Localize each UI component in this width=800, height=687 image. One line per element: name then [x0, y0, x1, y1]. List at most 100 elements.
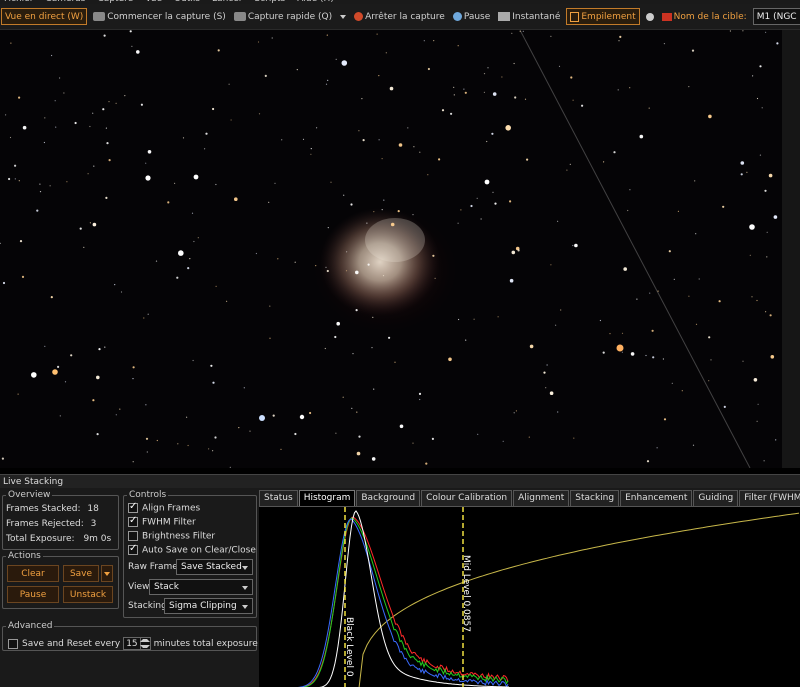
save-reset-label: Save and Reset every — [22, 639, 121, 649]
chevron-down-icon — [242, 586, 248, 590]
stop-icon — [354, 12, 364, 21]
target-name-button[interactable]: Nom de la cible: — [660, 8, 749, 25]
total-exposure-value: 9m 0s — [83, 534, 112, 544]
histogram-plot — [297, 507, 800, 687]
save-reset-row: Save and Reset every 15 minutes total expo… — [8, 637, 258, 650]
luminance-channel — [319, 510, 509, 687]
live-view-label: Vue en direct (W) — [5, 11, 84, 22]
tab-status[interactable]: Status — [259, 490, 298, 506]
tab-histogram[interactable]: Histogram — [298, 490, 356, 506]
snapshot-button[interactable]: Instantané — [496, 8, 562, 25]
auto-save-checkbox[interactable]: Auto Save on Clear/Close — [128, 543, 256, 556]
brightness-filter-checkbox[interactable]: Brightness Filter — [128, 531, 215, 542]
save-reset-value: 15 — [126, 638, 138, 649]
save-dropdown-button[interactable] — [101, 565, 113, 582]
mid-level-label: Mid Level 0.0857 — [461, 555, 471, 632]
checkbox-checked-icon — [128, 515, 138, 527]
quick-capture-label: Capture rapide (Q) — [247, 11, 333, 22]
stacking-button[interactable]: Empilement — [566, 8, 640, 25]
stop-capture-button[interactable]: Arrêter la capture — [352, 8, 447, 25]
frames-rejected-value: 3 — [90, 519, 97, 529]
record-icon — [645, 12, 654, 21]
snapshot-label: Instantané — [512, 11, 561, 22]
frames-stacked-row: Frames Stacked: 18 — [6, 504, 99, 514]
start-capture-label: Commencer la capture (S) — [107, 11, 226, 22]
total-exposure-row: Total Exposure: 9m 0s — [6, 534, 111, 544]
histogram-view: Black Level 0 Mid Level 0.0857 — [259, 506, 800, 687]
auto-save-label: Auto Save on Clear/Close — [142, 545, 256, 556]
spin-up-icon — [140, 639, 151, 643]
pause-icon — [452, 12, 462, 21]
save-reset-spinner[interactable]: 15 — [123, 637, 151, 650]
view-label: View — [128, 582, 150, 592]
spin-down-icon — [140, 644, 151, 648]
frames-rejected-label: Frames Rejected: — [6, 519, 84, 529]
align-frames-label: Align Frames — [142, 503, 201, 514]
raw-frames-label: Raw Frames — [128, 562, 183, 572]
chevron-down-icon — [104, 571, 110, 576]
pause-stacking-button[interactable]: Pause — [7, 586, 59, 603]
view-value: Stack — [154, 582, 179, 592]
overview-legend: Overview — [8, 490, 51, 500]
tab-colour-calibration[interactable]: Colour Calibration — [421, 490, 513, 506]
raw-frames-select[interactable]: Save Stacked — [176, 559, 253, 575]
tab-enhancement[interactable]: Enhancement — [620, 490, 693, 506]
stack-icon — [570, 11, 580, 22]
raw-frames-value: Save Stacked — [181, 562, 242, 572]
tab-guiding[interactable]: Guiding — [693, 490, 739, 506]
total-exposure-label: Total Exposure: — [6, 534, 75, 544]
frames-stacked-label: Frames Stacked: — [6, 504, 81, 514]
target-name-combo[interactable]: M1 (NGC 1952 — [752, 8, 800, 25]
checkbox-checked-icon — [128, 543, 138, 555]
target-name-label: Nom de la cible: — [673, 11, 747, 22]
tab-background[interactable]: Background — [356, 490, 421, 506]
scrollbar[interactable] — [782, 30, 800, 468]
image-view[interactable] — [0, 30, 782, 468]
save-reset-suffix: minutes total exposure — [153, 639, 258, 649]
record-button[interactable] — [644, 8, 656, 25]
save-button[interactable]: Save — [63, 565, 99, 582]
unstack-button[interactable]: Unstack — [63, 586, 113, 603]
checkbox-unchecked-icon — [128, 531, 138, 541]
chevron-down-icon — [340, 14, 347, 19]
tab-alignment[interactable]: Alignment — [513, 490, 570, 506]
actions-legend: Actions — [8, 551, 41, 561]
chevron-down-icon — [242, 566, 248, 570]
chevron-down-icon — [242, 605, 248, 609]
advanced-legend: Advanced — [8, 621, 53, 631]
clear-button[interactable]: Clear — [7, 565, 59, 582]
fwhm-filter-checkbox[interactable]: FWHM Filter — [128, 515, 196, 528]
target-icon — [661, 12, 672, 21]
stacking-value: Sigma Clipping — [169, 601, 237, 611]
live-stacking-tabs: Status Histogram Background Colour Calibrat… — [259, 490, 800, 506]
align-frames-checkbox[interactable]: Align Frames — [128, 501, 201, 514]
brightness-filter-label: Brightness Filter — [142, 531, 216, 542]
live-stacking-panel: Overview Frames Stacked: 18 Frames Rejec… — [0, 488, 800, 687]
controls-legend: Controls — [129, 490, 167, 500]
toolbar: Vue en direct (W) Commencer la capture (… — [0, 4, 800, 30]
frames-rejected-row: Frames Rejected: 3 — [6, 519, 96, 529]
camera-icon — [233, 12, 246, 21]
start-capture-button[interactable]: Commencer la capture (S) — [91, 8, 228, 25]
snapshot-icon — [498, 12, 511, 21]
stacking-select[interactable]: Sigma Clipping — [164, 598, 253, 614]
camera-icon — [93, 12, 106, 21]
black-level-label: Black Level 0 — [344, 617, 354, 677]
stacking-label: Stacking — [128, 601, 167, 611]
fwhm-filter-label: FWHM Filter — [142, 517, 196, 528]
frames-stacked-value: 18 — [87, 504, 99, 514]
checkbox-checked-icon — [128, 501, 138, 513]
view-select[interactable]: Stack — [149, 579, 253, 595]
save-reset-checkbox[interactable] — [8, 638, 18, 649]
live-stacking-title: Live Stacking — [0, 474, 800, 488]
target-name-value: M1 (NGC 1952 — [756, 11, 800, 22]
pause-label: Pause — [463, 11, 491, 22]
star-field-image — [0, 30, 779, 468]
stop-capture-label: Arrêter la capture — [365, 11, 445, 22]
tab-stacking[interactable]: Stacking — [570, 490, 620, 506]
quick-capture-button[interactable]: Capture rapide (Q) — [232, 8, 334, 25]
pause-button[interactable]: Pause — [451, 8, 492, 25]
quick-capture-dropdown[interactable] — [338, 8, 348, 25]
live-view-button[interactable]: Vue en direct (W) — [1, 8, 88, 25]
tab-filter-fwhm[interactable]: Filter (FWHM) — [739, 490, 800, 506]
